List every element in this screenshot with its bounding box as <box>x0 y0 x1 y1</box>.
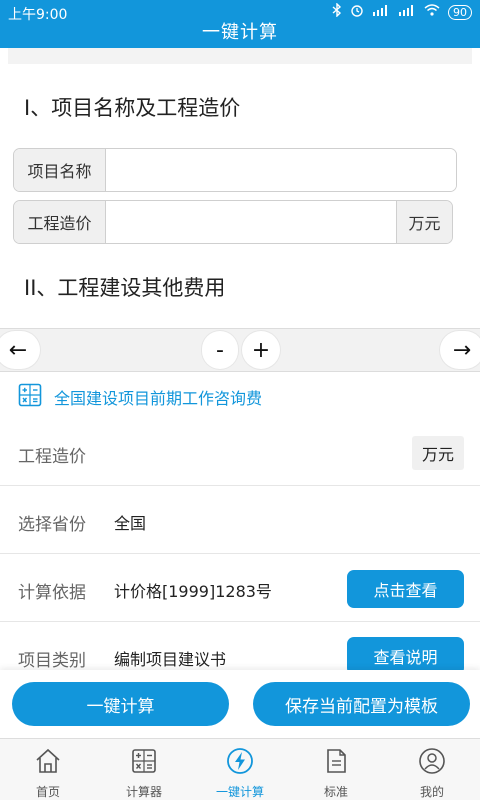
project-name-input[interactable] <box>106 149 456 191</box>
home-icon <box>34 747 62 779</box>
row-cost-label: 工程造价 <box>18 447 86 467</box>
project-name-field: 项目名称 <box>13 148 457 192</box>
section-heading-other-fees: II、工程建设其他费用 <box>24 276 226 300</box>
tab-calculator-label: 计算器 <box>125 785 162 799</box>
view-basis-button[interactable]: 点击查看 <box>347 570 464 608</box>
calculator-icon <box>18 383 42 411</box>
project-cost-unit: 万元 <box>396 201 452 243</box>
section-heading-project: I、项目名称及工程造价 <box>24 96 241 120</box>
province-select[interactable]: 全国 <box>114 510 146 534</box>
calculator-title-text: 全国建设项目前期工作咨询费 <box>54 389 263 408</box>
calculator-icon <box>130 747 158 779</box>
tab-mine-label: 我的 <box>419 785 444 799</box>
calculator-title: 全国建设项目前期工作咨询费 <box>18 383 262 411</box>
tab-one-click-label: 一键计算 <box>215 785 264 799</box>
row-type-label: 项目类别 <box>18 651 86 671</box>
tab-one-click[interactable]: 一键计算 <box>192 739 288 800</box>
save-template-button[interactable]: 保存当前配置为模板 <box>253 682 470 726</box>
project-cost-field: 工程造价 万元 <box>13 200 453 244</box>
action-bar: 一键计算 保存当前配置为模板 <box>0 670 480 738</box>
tab-home[interactable]: 首页 <box>0 739 96 800</box>
plus-button[interactable]: + <box>242 331 280 369</box>
page-title: 一键计算 <box>202 22 278 43</box>
project-name-label: 项目名称 <box>14 149 106 191</box>
lightning-icon <box>226 747 254 779</box>
project-type-select[interactable]: 编制项目建议书 <box>114 646 226 670</box>
row-cost: 工程造价 万元 <box>0 420 480 486</box>
top-strip <box>8 48 472 64</box>
row-province-label: 选择省份 <box>18 515 86 535</box>
row-basis-label: 计算依据 <box>18 583 86 603</box>
project-cost-input[interactable] <box>106 201 396 243</box>
user-icon <box>418 747 446 779</box>
row-province[interactable]: 选择省份 全国 <box>0 486 480 554</box>
tab-mine[interactable]: 我的 <box>384 739 480 800</box>
bottom-tab-bar: 首页 计算器 一键计算 标准 我的 <box>0 738 480 800</box>
next-arrow-button[interactable]: → <box>440 331 480 369</box>
tab-calculator[interactable]: 计算器 <box>96 739 192 800</box>
one-click-calculate-button[interactable]: 一键计算 <box>12 682 229 726</box>
row-basis-value: 计价格[1999]1283号 <box>114 582 272 601</box>
project-cost-label: 工程造价 <box>14 201 106 243</box>
document-icon <box>322 747 350 779</box>
minus-button[interactable]: - <box>202 331 238 369</box>
tab-home-label: 首页 <box>35 785 60 799</box>
app-header: 上午9:00 90 一键计算 <box>0 0 480 48</box>
fee-navigator: ← - + → <box>0 328 480 372</box>
row-cost-unit: 万元 <box>412 436 464 470</box>
tab-standard-label: 标准 <box>323 785 348 799</box>
prev-arrow-button[interactable]: ← <box>0 331 40 369</box>
tab-standard[interactable]: 标准 <box>288 739 384 800</box>
